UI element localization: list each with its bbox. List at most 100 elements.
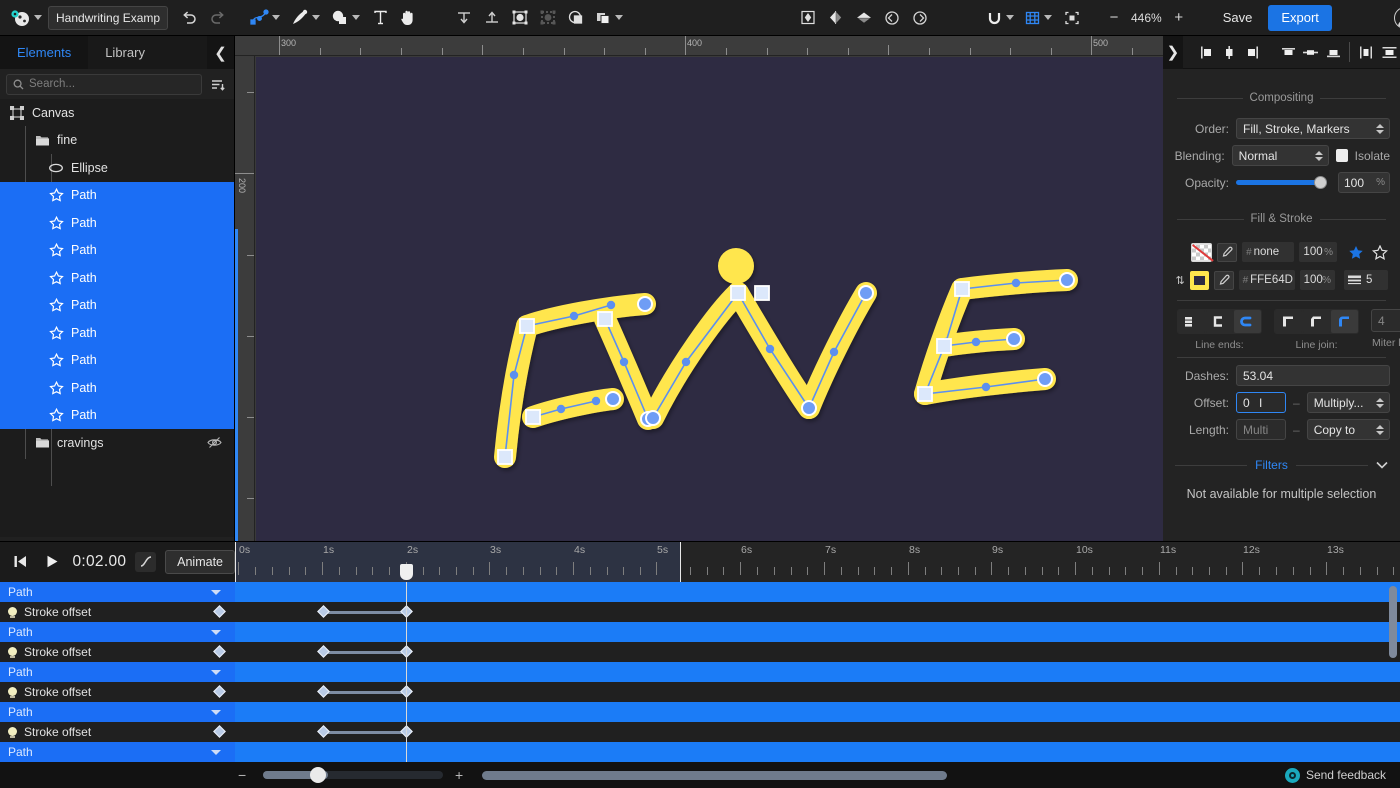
timeline-horizontal-scrollbar[interactable] (482, 770, 947, 780)
skip-to-start-button[interactable] (9, 550, 32, 574)
join-bevel[interactable] (1303, 310, 1330, 333)
keyframe[interactable] (317, 645, 330, 658)
timeline-row-path[interactable]: Path (0, 742, 1400, 762)
miter-limit-input[interactable]: 4 (1371, 309, 1400, 332)
align-right[interactable] (1241, 40, 1263, 64)
lower-to-bottom[interactable] (451, 5, 477, 31)
tree-item-path[interactable]: Path (0, 264, 234, 292)
tree-item-canvas[interactable]: Canvas (0, 99, 234, 127)
timeline-row-path[interactable]: Path (0, 622, 1400, 642)
horizontal-ruler[interactable]: 300 400 500 (235, 36, 1163, 56)
grid-toggle[interactable] (1021, 5, 1057, 31)
tree-item-path[interactable]: Path (0, 401, 234, 429)
align-middle-vertical[interactable] (1300, 40, 1322, 64)
tree-item-cravings-folder[interactable]: cravings (0, 429, 234, 457)
redo-icon[interactable] (204, 5, 230, 31)
timeline-row-name[interactable]: Path (0, 742, 235, 762)
chevron-down-icon[interactable] (211, 749, 221, 755)
align-left[interactable] (1196, 40, 1218, 64)
copy-to-select[interactable]: Copy to (1306, 419, 1390, 440)
eye-off-icon[interactable] (207, 436, 222, 449)
join-round[interactable] (1331, 310, 1358, 333)
ungroup[interactable] (535, 5, 561, 31)
raise-to-top[interactable] (479, 5, 505, 31)
rotate-ccw[interactable] (879, 5, 905, 31)
flip-vertical[interactable] (851, 5, 877, 31)
cap-butt[interactable] (1178, 310, 1205, 333)
flip-horizontal[interactable] (823, 5, 849, 31)
timeline-row-stroke-offset[interactable]: Stroke offset (0, 722, 1400, 742)
timeline-vertical-scrollbar[interactable] (1389, 586, 1397, 658)
chevron-down-icon[interactable] (211, 629, 221, 635)
fit-view[interactable] (1059, 5, 1085, 31)
timeline-zoom-in-button[interactable]: + (455, 767, 463, 783)
timecode-display[interactable]: 0:02.00 (72, 553, 126, 571)
timeline-row-path[interactable]: Path (0, 662, 1400, 682)
timeline-row-path[interactable]: Path (0, 702, 1400, 722)
chevron-down-icon[interactable] (211, 589, 221, 595)
easing-curve-button[interactable] (135, 551, 157, 572)
fill-swatch[interactable] (1191, 242, 1212, 262)
blending-select[interactable]: Normal (1231, 145, 1329, 166)
add-keyframe-icon[interactable] (213, 725, 226, 738)
timeline-row-name[interactable]: Path (0, 622, 235, 642)
distribute-vertical[interactable] (1378, 40, 1400, 64)
hand-tool[interactable] (395, 5, 421, 31)
timeline-zoom-slider[interactable] (263, 767, 328, 783)
pen-tool[interactable] (287, 5, 325, 31)
opacity-input[interactable]: 100 % (1338, 172, 1390, 193)
order-select[interactable]: Fill, Stroke, Markers (1236, 118, 1390, 139)
zoom-out-button[interactable]: − (1101, 5, 1127, 31)
undo-icon[interactable] (176, 5, 202, 31)
timeline-row-name[interactable]: Path (0, 702, 235, 722)
magnet-snap[interactable] (983, 5, 1019, 31)
keyframe[interactable] (317, 685, 330, 698)
timeline-lane[interactable] (235, 582, 1400, 602)
zoom-level-label[interactable]: 446% (1128, 11, 1165, 25)
send-feedback-button[interactable]: Send feedback (1284, 767, 1386, 783)
lightbulb-icon[interactable] (8, 686, 17, 698)
offset-input[interactable]: 0 I (1236, 392, 1286, 413)
align-bottom[interactable] (1323, 40, 1345, 64)
tree-item-path[interactable]: Path (0, 181, 234, 209)
search-box[interactable] (6, 73, 202, 95)
playhead-handle[interactable] (400, 563, 413, 580)
tab-library[interactable]: Library (88, 36, 162, 69)
timeline-zoom-out-button[interactable]: − (238, 767, 246, 783)
sort-list-icon[interactable] (208, 74, 228, 94)
timeline-row-path[interactable]: Path (0, 582, 1400, 602)
chevron-down-icon[interactable] (211, 709, 221, 715)
boolean-ops[interactable] (591, 5, 628, 31)
tree-item-path[interactable]: Path (0, 291, 234, 319)
tree-item-path[interactable]: Path (0, 236, 234, 264)
multiply-select[interactable]: Multiply... (1306, 392, 1390, 413)
add-keyframe-icon[interactable] (213, 685, 226, 698)
swap-fill-stroke-icon[interactable]: ⇅ (1175, 274, 1185, 287)
document-title-input[interactable] (48, 5, 168, 30)
play-button[interactable] (41, 550, 64, 574)
account-menu[interactable] (1393, 6, 1400, 29)
artboard[interactable] (256, 57, 1163, 541)
timeline-lane[interactable] (235, 622, 1400, 642)
lightbulb-icon[interactable] (8, 606, 17, 618)
app-logo-icon[interactable] (6, 5, 47, 31)
timeline-lane[interactable] (235, 602, 1400, 622)
length-input[interactable]: Multi (1236, 419, 1286, 440)
join-miter[interactable] (1275, 310, 1302, 333)
search-input[interactable] (29, 78, 195, 90)
stroke-eyedropper-icon[interactable] (1214, 270, 1234, 290)
opacity-slider[interactable] (1236, 176, 1327, 190)
timeline-lane[interactable] (235, 702, 1400, 722)
collapse-right-panel-button[interactable]: ❯ (1163, 35, 1183, 69)
timeline-row-name[interactable]: Stroke offset (0, 682, 235, 702)
chevron-down-icon[interactable] (211, 669, 221, 675)
tree-item-ellipse[interactable]: Ellipse (0, 154, 234, 182)
timeline-lane[interactable] (235, 742, 1400, 762)
keyframe[interactable] (317, 725, 330, 738)
timeline-row-name[interactable]: Path (0, 662, 235, 682)
center-point[interactable] (795, 5, 821, 31)
timeline-row-stroke-offset[interactable]: Stroke offset (0, 642, 1400, 662)
keyframe[interactable] (317, 605, 330, 618)
dashes-input[interactable]: 53.04 (1236, 365, 1390, 386)
tree-item-path[interactable]: Path (0, 346, 234, 374)
